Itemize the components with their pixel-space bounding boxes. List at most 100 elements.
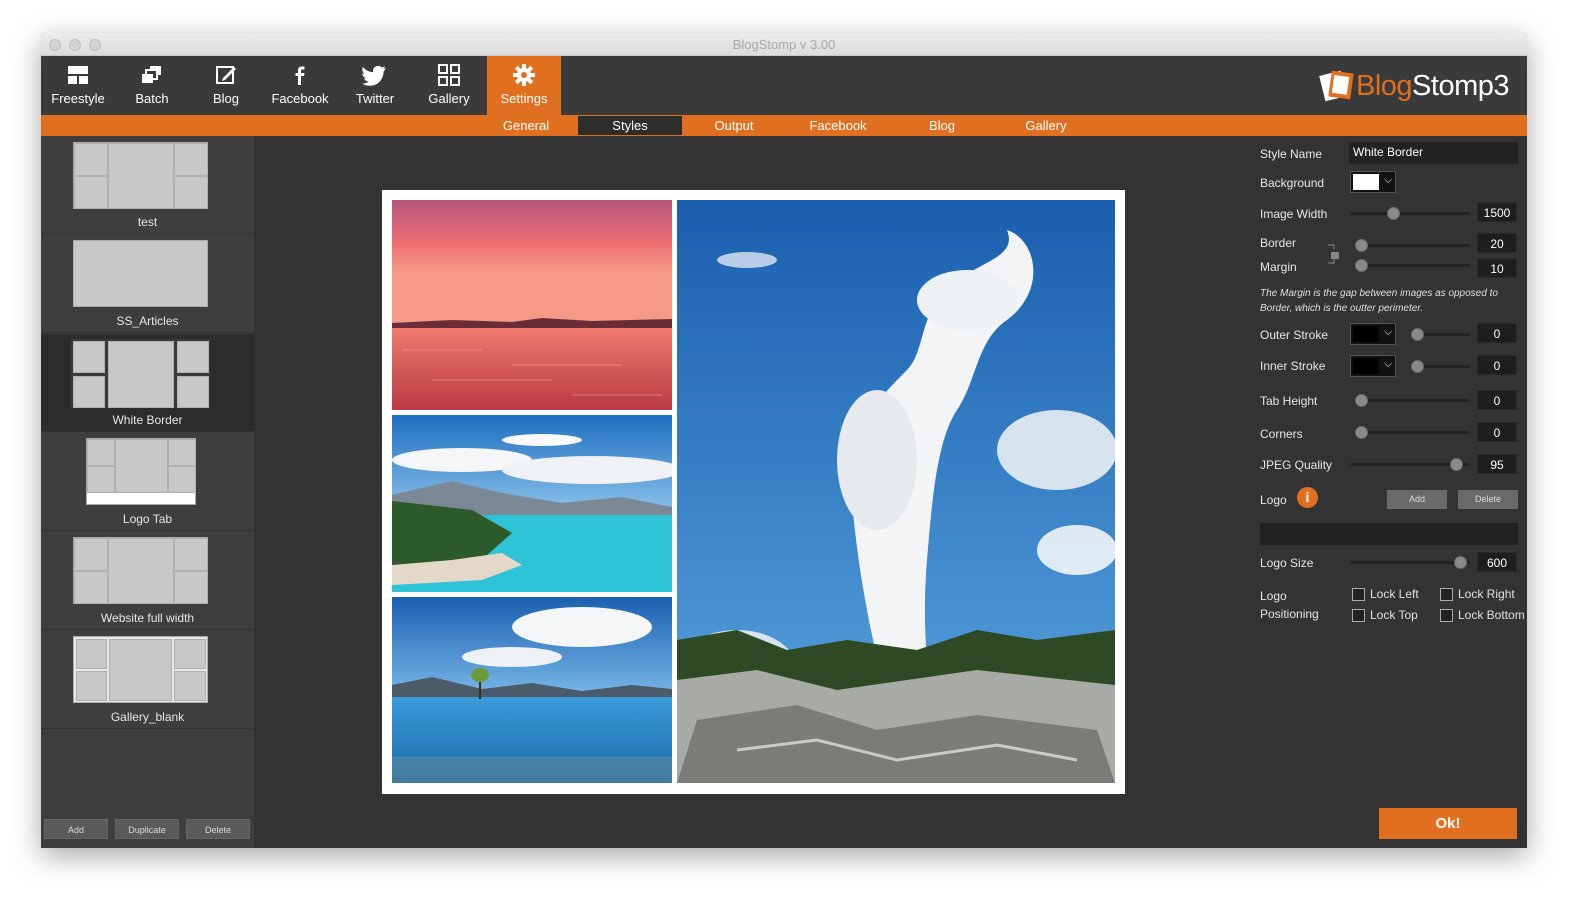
link-lock-icon[interactable]	[1326, 243, 1342, 270]
lake-tekapo-photo	[392, 415, 672, 592]
freestyle-icon	[41, 63, 115, 89]
toolbar-blog-label: Blog	[212, 91, 240, 106]
style-item-white-border[interactable]: White Border	[41, 334, 254, 432]
outer-stroke-label: Outer Stroke	[1260, 328, 1329, 342]
checkbox-box[interactable]	[1440, 608, 1453, 622]
toolbar-gallery-button[interactable]: Gallery	[412, 56, 486, 115]
tab-blog[interactable]: Blog	[890, 116, 994, 135]
slider-knob[interactable]	[1355, 259, 1368, 272]
slider-knob[interactable]	[1411, 328, 1424, 341]
checkbox-box[interactable]	[1352, 608, 1365, 622]
lock-right-label: Lock Right	[1458, 587, 1515, 601]
jpeg-quality-slider[interactable]	[1350, 458, 1470, 471]
lock-left-label: Lock Left	[1370, 587, 1419, 601]
lock-top-checkbox[interactable]: Lock Top	[1352, 608, 1418, 622]
jpeg-quality-label: JPEG Quality	[1260, 458, 1333, 472]
slider-knob[interactable]	[1411, 360, 1424, 373]
inner-stroke-value[interactable]: 0	[1477, 355, 1517, 375]
style-settings-panel: Style Name White Border Background ⌵ Ima…	[1254, 136, 1527, 848]
style-item-ss-articles[interactable]: SS_Articles	[41, 235, 254, 333]
style-item-gallery-blank[interactable]: Gallery_blank	[41, 631, 254, 729]
inner-stroke-slider[interactable]	[1411, 360, 1470, 373]
logo-size-value[interactable]: 600	[1477, 552, 1517, 572]
border-slider[interactable]	[1355, 239, 1470, 252]
wanaka-tree-photo	[392, 597, 672, 783]
toolbar-twitter-label: Twitter	[355, 91, 395, 106]
margin-value[interactable]: 10	[1477, 258, 1517, 278]
settings-subnav: General Styles Output Facebook Blog Gall…	[41, 115, 1527, 136]
style-item-logo-tab[interactable]: Logo Tab	[41, 433, 254, 531]
image-width-slider[interactable]	[1350, 207, 1470, 220]
tab-facebook[interactable]: Facebook	[786, 116, 890, 135]
slider-knob[interactable]	[1387, 207, 1400, 220]
margin-slider[interactable]	[1355, 259, 1470, 272]
tab-height-slider[interactable]	[1355, 394, 1470, 407]
checkbox-box[interactable]	[1352, 587, 1365, 601]
border-value[interactable]: 20	[1477, 233, 1517, 253]
blogstomp-logo: BlogStomp3	[1318, 68, 1509, 104]
collage-preview	[382, 190, 1125, 794]
logo-size-slider[interactable]	[1350, 556, 1470, 569]
style-item-test[interactable]: test	[41, 136, 254, 234]
window-title: BlogStomp v 3.00	[732, 37, 836, 52]
lock-bottom-label: Lock Bottom	[1458, 608, 1525, 622]
style-thumbnail	[73, 537, 208, 604]
add-style-button[interactable]: Add	[44, 819, 108, 839]
toolbar-gallery-label: Gallery	[428, 91, 470, 106]
ok-button[interactable]: Ok!	[1379, 808, 1517, 839]
info-icon[interactable]: i	[1297, 487, 1318, 508]
tab-general[interactable]: General	[474, 116, 578, 135]
slider-knob[interactable]	[1454, 556, 1467, 569]
margin-label: Margin	[1260, 260, 1297, 274]
tab-gallery[interactable]: Gallery	[994, 116, 1098, 135]
slider-knob[interactable]	[1355, 239, 1368, 252]
style-item-website-full-width[interactable]: Website full width	[41, 532, 254, 630]
toolbar-freestyle-button[interactable]: Freestyle	[41, 56, 115, 115]
outer-stroke-color-picker[interactable]: ⌵	[1350, 323, 1396, 345]
inner-stroke-color-chip	[1353, 358, 1379, 374]
background-color-picker[interactable]: ⌵	[1350, 171, 1396, 193]
logo-delete-button[interactable]: Delete	[1458, 490, 1518, 509]
slider-knob[interactable]	[1450, 458, 1463, 471]
style-item-label: SS_Articles	[116, 314, 179, 328]
lock-left-checkbox[interactable]: Lock Left	[1352, 587, 1419, 601]
corners-value[interactable]: 0	[1477, 422, 1517, 442]
toolbar-blog-button[interactable]: Blog	[189, 56, 263, 115]
style-thumbnail	[71, 339, 210, 408]
delete-style-button[interactable]: Delete	[186, 819, 250, 839]
inner-stroke-label: Inner Stroke	[1260, 359, 1326, 373]
inner-stroke-color-picker[interactable]: ⌵	[1350, 355, 1396, 377]
tab-height-value[interactable]: 0	[1477, 390, 1517, 410]
outer-stroke-value[interactable]: 0	[1477, 323, 1517, 343]
logo-text-blog: Blog	[1356, 69, 1413, 102]
style-name-input[interactable]: White Border	[1349, 142, 1518, 164]
tab-styles[interactable]: Styles	[578, 116, 682, 135]
style-thumbnail	[73, 142, 208, 209]
duplicate-style-button[interactable]: Duplicate	[115, 819, 179, 839]
slider-knob[interactable]	[1355, 394, 1368, 407]
logo-add-button[interactable]: Add	[1387, 490, 1447, 509]
chevron-down-icon: ⌵	[1384, 359, 1392, 370]
jpeg-quality-value[interactable]: 95	[1477, 454, 1517, 474]
image-width-value[interactable]: 1500	[1477, 202, 1517, 222]
toolbar-twitter-button[interactable]: Twitter	[338, 56, 412, 115]
toolbar-freestyle-label: Freestyle	[51, 91, 105, 106]
toolbar-facebook-button[interactable]: Facebook	[263, 56, 337, 115]
lock-right-checkbox[interactable]: Lock Right	[1440, 587, 1515, 601]
logo-file-field[interactable]	[1260, 523, 1518, 545]
logo-size-label: Logo Size	[1260, 556, 1314, 570]
batch-icon	[115, 63, 189, 89]
slider-knob[interactable]	[1355, 426, 1368, 439]
gear-icon	[487, 63, 561, 89]
style-thumbnail	[73, 240, 208, 307]
styles-sidebar: test SS_Articles White Border Logo Tab W…	[41, 136, 254, 848]
tab-output[interactable]: Output	[682, 116, 786, 135]
checkbox-box[interactable]	[1440, 587, 1453, 601]
toolbar-settings-button[interactable]: Settings	[487, 56, 561, 115]
main-toolbar: Freestyle Batch Blog Facebook Twitter Ga…	[41, 56, 1527, 115]
lock-bottom-checkbox[interactable]: Lock Bottom	[1440, 608, 1527, 622]
title-bar: BlogStomp v 3.00	[41, 33, 1527, 56]
corners-slider[interactable]	[1355, 426, 1470, 439]
toolbar-batch-button[interactable]: Batch	[115, 56, 189, 115]
outer-stroke-slider[interactable]	[1411, 328, 1470, 341]
